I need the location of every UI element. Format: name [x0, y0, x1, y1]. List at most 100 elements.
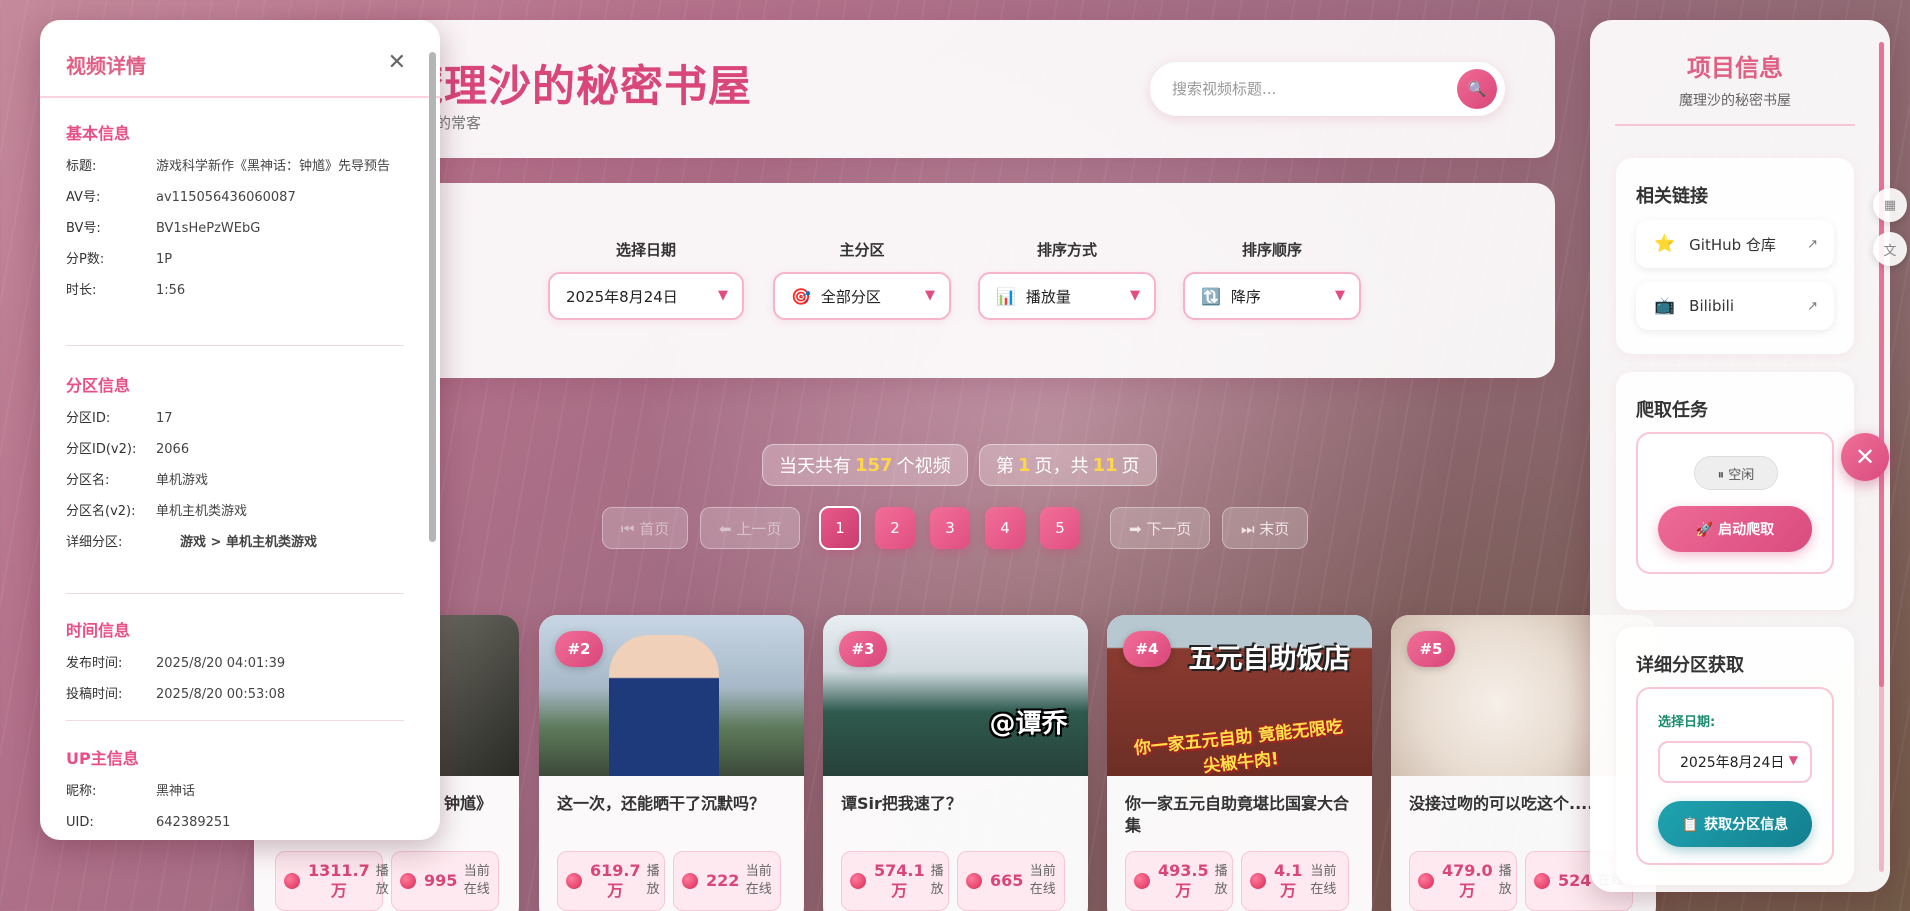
- row-key: 分P数:: [66, 252, 105, 267]
- online-dot-icon: [1534, 873, 1550, 889]
- online-value: 665: [990, 871, 1024, 890]
- online-unit: 万: [1280, 881, 1297, 900]
- first-page-button[interactable]: ⏮ 首页: [602, 507, 689, 549]
- up-info-heading: UP主信息: [66, 749, 139, 768]
- date-filter-label: 选择日期: [615, 241, 676, 259]
- video-card-4[interactable]: 五元自助饭店 你一家五元自助 竟能无限吃尖椒牛肉! #4 你一家五元自助竟堪比国…: [1107, 615, 1372, 911]
- prev-page-button[interactable]: ⬅ 上一页: [700, 507, 801, 549]
- page-mid: 页，共: [1034, 456, 1089, 477]
- detail-row: 分区名(v2): 单机主机类游戏: [66, 503, 404, 521]
- row-value: 17: [156, 411, 173, 426]
- page-button-5[interactable]: 5: [1040, 507, 1080, 549]
- row-key: 分区ID(v2):: [66, 442, 137, 457]
- close-icon[interactable]: ✕: [388, 50, 406, 75]
- next-page-button[interactable]: ➡ 下一页: [1110, 507, 1211, 549]
- external-link-icon: ↗: [1807, 236, 1818, 252]
- panel-scrollbar-thumb[interactable]: [1879, 42, 1884, 687]
- plays-unit: 万: [1175, 881, 1192, 900]
- bar-chart-icon: 📊: [996, 286, 1016, 306]
- online-metric: 4.1 万 当前在线: [1241, 851, 1349, 911]
- time-info-section: 时间信息 发布时间: 2025/8/20 04:01:39 投稿时间: 2025/8…: [66, 617, 404, 717]
- date-select[interactable]: 2025年8月24日 ▼: [548, 272, 744, 320]
- close-icon: ✕: [1854, 443, 1876, 471]
- plays-number: 479.0: [1442, 861, 1493, 880]
- zone-select[interactable]: 🎯 全部分区 ▼: [773, 272, 951, 320]
- plays-label: 播放: [930, 864, 944, 897]
- page-button-3[interactable]: 3: [930, 507, 970, 549]
- zone-filter: 主分区 🎯 全部分区 ▼: [773, 239, 951, 320]
- close-panel-button[interactable]: ✕: [1841, 433, 1889, 481]
- rank-badge: #2: [555, 631, 603, 667]
- row-value: av115056436060087: [156, 190, 296, 205]
- github-link[interactable]: ⭐ GitHub 仓库 ↗: [1636, 220, 1834, 268]
- order-select[interactable]: 🔃 降序 ▼: [1183, 272, 1361, 320]
- page-button-1[interactable]: 1: [819, 506, 861, 550]
- detail-scrollbar[interactable]: [429, 52, 436, 542]
- plays-unit: 万: [891, 881, 908, 900]
- online-metric: 665 当前在线: [957, 851, 1065, 911]
- sort-icon: 🔃: [1201, 286, 1221, 306]
- bilibili-link[interactable]: 📺 Bilibili ↗: [1636, 282, 1834, 330]
- row-key: 详细分区:: [66, 535, 123, 550]
- row-value: 2066: [156, 442, 190, 457]
- caret-down-icon: ▼: [1788, 753, 1798, 767]
- plays-number: 1311.7: [308, 861, 370, 880]
- date-select-value: 2025年8月24日: [566, 287, 678, 306]
- play-dot-icon: [1134, 873, 1150, 889]
- detail-row: AV号: av115056436060087: [66, 189, 404, 207]
- start-crawl-button[interactable]: 🚀 启动爬取: [1658, 506, 1812, 552]
- search-button[interactable]: 🔍: [1457, 69, 1497, 109]
- video-card-3[interactable]: @谭乔 #3 谭Sir把我速了？ 574.1 万 播放 665 当前在线: [823, 615, 1088, 911]
- zone-breadcrumb[interactable]: 游戏 > 单机主机类游戏: [180, 534, 404, 552]
- online-dot-icon: [400, 873, 416, 889]
- page-suffix: 页: [1121, 456, 1140, 477]
- row-value: 单机主机类游戏: [156, 504, 248, 519]
- zone-fetch-section: 详细分区获取 选择日期: 2025年8月24日 ▼ 📋 获取分区信息: [1616, 627, 1854, 885]
- sort-select[interactable]: 📊 播放量 ▼: [978, 272, 1156, 320]
- total-count: 157: [855, 454, 893, 476]
- detail-row: 投稿时间: 2025/8/20 00:53:08: [66, 686, 404, 704]
- play-dot-icon: [1418, 873, 1434, 889]
- fetch-zone-button[interactable]: 📋 获取分区信息: [1658, 801, 1812, 847]
- video-card-2[interactable]: #2 这一次，还能晒干了沉默吗？ 619.7 万 播放 222 当前在线: [539, 615, 804, 911]
- online-metric: 222 当前在线: [673, 851, 781, 911]
- fetch-date-select[interactable]: 2025年8月24日 ▼: [1658, 741, 1812, 783]
- zone-select-value: 全部分区: [820, 287, 881, 306]
- row-value: 1:56: [156, 283, 186, 298]
- plays-number: 574.1: [874, 861, 925, 880]
- row-key: 发布时间:: [66, 656, 123, 671]
- last-page-button[interactable]: ⏭ 末页: [1222, 507, 1309, 549]
- translate-tool-icon[interactable]: 文: [1873, 232, 1907, 266]
- crawl-section: 爬取任务 ⏸ 空闲 🚀 启动爬取: [1616, 372, 1854, 610]
- page-current: 1: [1018, 454, 1031, 476]
- up-info-section: UP主信息 昵称: 黑神话 UID: 642389251: [66, 745, 404, 840]
- video-detail-panel: 视频详情 ✕ 基本信息 标题: 游戏科学新作《黑神话：钟馗》先导预告 AV号: av…: [40, 20, 440, 840]
- thumbnail-figure: [609, 635, 719, 776]
- page-total: 11: [1092, 454, 1118, 476]
- header-card: 魔理沙的秘密书屋 的常客 🔍: [270, 20, 1555, 158]
- grid-tool-icon[interactable]: ▦: [1873, 188, 1907, 222]
- plays-value: 1311.7 万: [308, 861, 370, 901]
- plays-metric: 619.7 万 播放: [557, 851, 665, 911]
- plays-number: 493.5: [1158, 861, 1209, 880]
- row-key: UID:: [66, 815, 94, 830]
- page-button-2[interactable]: 2: [875, 507, 915, 549]
- date-label: 选择日期:: [1658, 715, 1716, 730]
- caret-down-icon: ▼: [1130, 288, 1140, 303]
- search-icon: 🔍: [1467, 80, 1487, 98]
- detail-row: 标题: 游戏科学新作《黑神话：钟馗》先导预告: [66, 158, 404, 176]
- page-button-4[interactable]: 4: [985, 507, 1025, 549]
- plays-unit: 万: [607, 881, 624, 900]
- row-value: 2025/8/20 04:01:39: [156, 656, 286, 671]
- sort-select-value: 播放量: [1025, 287, 1071, 306]
- divider: [1615, 124, 1855, 126]
- plays-metric: 1311.7 万 播放: [275, 851, 389, 911]
- detail-row: BV号: BV1sHePzWEbG: [66, 220, 404, 238]
- sort-filter: 排序方式 📊 播放量 ▼: [978, 239, 1156, 320]
- search-input[interactable]: [1172, 76, 1437, 102]
- row-value: 单机游戏: [156, 473, 209, 488]
- plays-unit: 万: [330, 881, 347, 900]
- play-dot-icon: [850, 873, 866, 889]
- zone-info-heading: 分区信息: [66, 376, 131, 395]
- online-label: 当前在线: [1029, 864, 1056, 897]
